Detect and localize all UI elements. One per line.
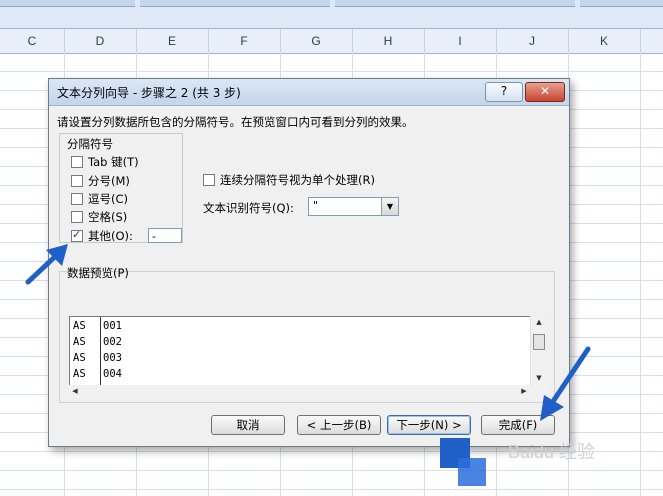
cancel-button[interactable]: 取消 [211,415,285,435]
delimiters-legend: 分隔符号 [65,136,115,152]
instruction-text: 请设置分列数据所包含的分隔符号。在预览窗口内可看到分列的效果。 [57,115,414,129]
ribbon-segment [580,0,663,7]
column-header-c[interactable]: C [0,29,65,53]
ribbon-segment [0,0,135,7]
preview-cell: 002 [103,336,122,348]
column-headers: C D E F G H I J K [0,29,663,54]
column-header-i[interactable]: I [424,29,497,53]
delimiter-comma-label: 逗号(C) [88,192,129,206]
scroll-left-icon[interactable]: ◀ [69,385,81,398]
close-button[interactable]: ✕ [525,82,565,102]
preview-cell: AS [73,336,86,348]
checkbox-icon[interactable] [203,174,215,186]
ribbon-segment [335,0,575,7]
delimiter-tab-checkbox[interactable]: Tab 键(T) [71,154,139,170]
column-header-g[interactable]: G [280,29,353,53]
text-qualifier-select[interactable]: " ▼ [308,197,399,216]
data-preview[interactable]: AS 001 AS 002 AS 003 AS 004 [69,316,546,387]
baidu-watermark: Baidu 经验 [508,442,596,462]
delimiter-other-label: 其他(O): [88,229,133,243]
delimiter-comma-checkbox[interactable]: 逗号(C) [71,191,128,207]
delimiter-space-label: 空格(S) [88,210,128,224]
chevron-down-icon[interactable]: ▼ [381,198,398,215]
checkbox-icon[interactable] [71,211,83,223]
text-qualifier-label: 文本识别符号(Q): [203,201,294,215]
text-qualifier-value: " [313,199,319,212]
delimiter-semicolon-label: 分号(M) [88,174,130,188]
annotation-arrow-icon [540,346,591,421]
column-header-f[interactable]: F [208,29,281,53]
watermark-shape [458,458,486,486]
consecutive-delimiters-label: 连续分隔符号视为单个处理(R) [220,173,375,187]
column-header-j[interactable]: J [496,29,569,53]
other-delimiter-input[interactable]: - [148,228,182,243]
delimiter-tab-label: Tab 键(T) [88,155,139,169]
scroll-right-icon[interactable]: ▶ [518,385,530,398]
preview-horizontal-scrollbar[interactable]: ◀ ▶ [69,385,546,398]
back-button[interactable]: < 上一步(B) [297,415,381,435]
checkbox-icon[interactable] [71,193,83,205]
dialog-title: 文本分列向导 - 步骤之 2 (共 3 步) [57,86,241,100]
preview-cell: 001 [103,320,122,332]
preview-cell: 004 [103,368,122,380]
next-button[interactable]: 下一步(N) > [387,415,471,435]
preview-cell: 003 [103,352,122,364]
ribbon-segment [140,0,330,7]
text-to-columns-dialog: 文本分列向导 - 步骤之 2 (共 3 步) ? ✕ 请设置分列数据所包含的分隔… [48,78,570,447]
consecutive-delimiters-checkbox[interactable]: 连续分隔符号视为单个处理(R) [203,172,375,188]
preview-cell: AS [73,320,86,332]
column-header-k[interactable]: K [568,29,641,53]
help-button[interactable]: ? [485,82,523,102]
preview-title: 数据预览(P) [67,266,129,280]
delimiter-space-checkbox[interactable]: 空格(S) [71,209,127,225]
preview-cell: AS [73,352,86,364]
preview-cell: AS [73,368,86,380]
checkbox-icon[interactable] [71,156,83,168]
annotation-arrow-icon [25,244,68,285]
column-header-d[interactable]: D [64,29,137,53]
dialog-titlebar[interactable]: 文本分列向导 - 步骤之 2 (共 3 步) ? ✕ [49,79,569,106]
delimiter-semicolon-checkbox[interactable]: 分号(M) [71,173,130,189]
column-header-e[interactable]: E [136,29,209,53]
scroll-up-icon[interactable]: ▲ [531,316,547,328]
column-header-h[interactable]: H [352,29,425,53]
delimiter-other-checkbox[interactable]: 其他(O): [71,228,133,244]
checkbox-icon[interactable] [71,175,83,187]
ribbon-strip [0,0,663,29]
